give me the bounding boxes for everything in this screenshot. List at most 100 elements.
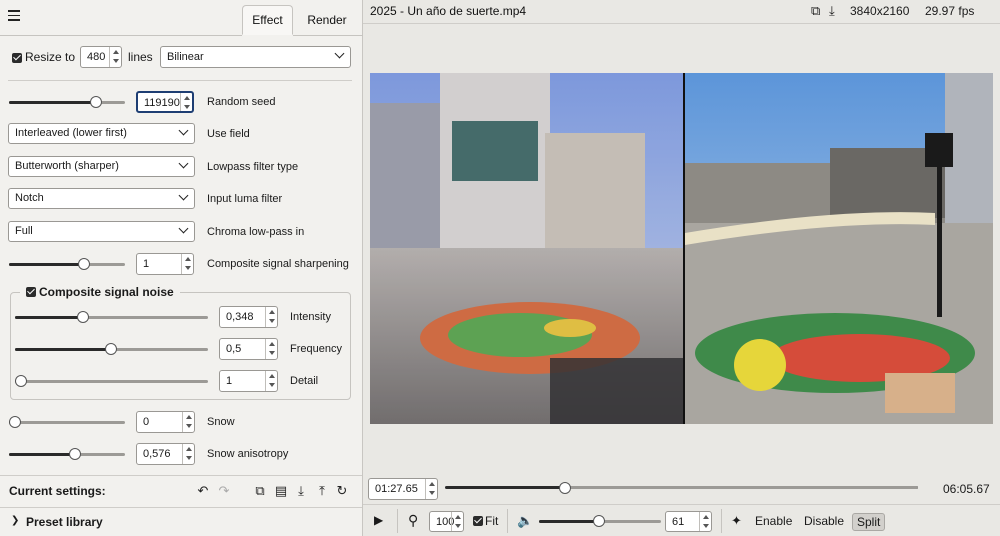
snow-anisotropy-spinner[interactable] xyxy=(182,444,194,464)
chroma-lowpass-label: Chroma low-pass in xyxy=(207,226,305,238)
preview-panel: 2025 - Un año de suerte.mp4 ⧉ ⤓ 3840x216… xyxy=(363,0,1000,536)
chevron-down-icon xyxy=(178,190,189,201)
frequency-value: 0,5 xyxy=(226,343,242,355)
paste-icon[interactable]: ▤ xyxy=(273,484,289,498)
volume-spinner[interactable] xyxy=(699,512,711,531)
fit-checkbox[interactable] xyxy=(473,516,483,526)
chroma-lowpass-value: Full xyxy=(15,225,33,237)
redo-icon[interactable]: ↷ xyxy=(216,484,232,498)
frequency-slider[interactable] xyxy=(15,343,208,355)
lowpass-filter-select[interactable]: Butterworth (sharper) xyxy=(8,156,195,177)
snow-anisotropy-label: Snow anisotropy xyxy=(207,448,289,460)
tab-effect[interactable]: Effect xyxy=(242,5,293,35)
random-seed-spinner[interactable] xyxy=(180,93,192,111)
settings-panel: Effect Render Resize to 480 lines Biline… xyxy=(0,0,363,536)
zoom-icon: ⚲ xyxy=(408,512,419,528)
intensity-slider[interactable] xyxy=(15,311,208,323)
enable-button[interactable]: Enable xyxy=(755,514,792,528)
chevron-down-icon xyxy=(178,223,189,234)
zoom-input[interactable]: 100 xyxy=(429,511,464,532)
sharpening-spinner[interactable] xyxy=(181,254,193,274)
volume-slider[interactable] xyxy=(539,515,661,527)
current-time-input[interactable]: 01:27.65 xyxy=(368,478,438,500)
snow-spinner[interactable] xyxy=(182,412,194,432)
timeline-handle[interactable] xyxy=(559,482,571,494)
upload-icon[interactable]: ⤒ xyxy=(314,484,330,498)
zoom-spinner[interactable] xyxy=(451,512,463,531)
snow-value: 0 xyxy=(143,416,150,428)
detail-label: Detail xyxy=(290,375,319,387)
volume-value: 61 xyxy=(672,516,685,528)
detail-slider[interactable] xyxy=(15,375,208,387)
play-icon[interactable]: ▶ xyxy=(374,513,383,527)
random-seed-input[interactable]: 119190 xyxy=(136,91,194,113)
chroma-lowpass-select[interactable]: Full xyxy=(8,221,195,242)
video-fps: 29.97 fps xyxy=(925,4,975,18)
volume-input[interactable]: 61 xyxy=(665,511,712,532)
copy-icon[interactable]: ⧉ xyxy=(811,3,820,19)
intensity-value: 0,348 xyxy=(226,311,254,323)
resize-checkbox[interactable] xyxy=(12,53,22,63)
use-field-select[interactable]: Interleaved (lower first) xyxy=(8,123,195,144)
resize-lines-input[interactable]: 480 xyxy=(80,46,122,68)
current-time-value: 01:27.65 xyxy=(375,483,418,495)
detail-input[interactable]: 1 xyxy=(219,370,278,392)
video-filename: 2025 - Un año de suerte.mp4 xyxy=(370,4,527,18)
detail-spinner[interactable] xyxy=(265,371,277,391)
frequency-input[interactable]: 0,5 xyxy=(219,338,278,360)
chevron-down-icon xyxy=(178,125,189,136)
resize-unit-label: lines xyxy=(128,50,153,64)
input-luma-value: Notch xyxy=(15,192,44,204)
chevron-down-icon xyxy=(178,158,189,169)
resize-label: Resize to xyxy=(25,50,76,64)
sharpening-input[interactable]: 1 xyxy=(136,253,194,275)
resize-spinner[interactable] xyxy=(109,47,121,67)
snow-input[interactable]: 0 xyxy=(136,411,195,433)
intensity-spinner[interactable] xyxy=(265,307,277,327)
preset-library-toggle[interactable]: Preset library xyxy=(26,515,103,529)
video-resolution: 3840x2160 xyxy=(850,4,910,18)
current-time-spinner[interactable] xyxy=(425,479,437,499)
resize-lines-value: 480 xyxy=(87,51,106,63)
video-preview[interactable] xyxy=(370,73,993,424)
snow-anisotropy-value: 0,576 xyxy=(143,448,171,460)
input-luma-select[interactable]: Notch xyxy=(8,188,195,209)
undo-icon[interactable]: ↶ xyxy=(195,484,211,498)
sharpening-slider[interactable] xyxy=(9,258,125,270)
reset-icon[interactable]: ↻ xyxy=(334,484,350,498)
snow-anisotropy-input[interactable]: 0,576 xyxy=(136,443,195,465)
tab-render[interactable]: Render xyxy=(298,5,356,35)
resize-filter-select[interactable]: Bilinear xyxy=(160,46,351,68)
lowpass-filter-value: Butterworth (sharper) xyxy=(15,160,119,172)
chevron-down-icon xyxy=(334,48,345,59)
download-icon[interactable]: ⤓ xyxy=(293,484,309,498)
chevron-right-icon[interactable]: ❯ xyxy=(11,515,19,526)
detail-value: 1 xyxy=(226,375,233,387)
frequency-spinner[interactable] xyxy=(265,339,277,359)
split-button[interactable]: Split xyxy=(852,513,886,531)
processed-preview-image xyxy=(370,73,683,424)
magic-wand-icon: ✦ xyxy=(731,513,742,528)
total-time: 06:05.67 xyxy=(943,482,990,496)
sharpening-value: 1 xyxy=(143,258,150,270)
timeline-slider[interactable] xyxy=(445,486,918,489)
download-icon[interactable]: ⤓ xyxy=(829,3,835,19)
snow-slider[interactable] xyxy=(9,416,125,428)
disable-button[interactable]: Disable xyxy=(804,514,844,528)
snow-anisotropy-slider[interactable] xyxy=(9,448,125,460)
lowpass-filter-label: Lowpass filter type xyxy=(207,161,299,173)
random-seed-value: 119190 xyxy=(144,97,180,109)
use-field-value: Interleaved (lower first) xyxy=(15,127,127,139)
random-seed-label: Random seed xyxy=(207,96,276,108)
intensity-input[interactable]: 0,348 xyxy=(219,306,278,328)
sharpening-label: Composite signal sharpening xyxy=(207,258,349,270)
original-preview-image xyxy=(685,73,993,424)
snow-label: Snow xyxy=(207,416,235,428)
current-settings-label: Current settings: xyxy=(9,484,106,498)
random-seed-slider[interactable] xyxy=(9,96,125,108)
copy-icon[interactable]: ⧉ xyxy=(252,484,268,498)
volume-icon[interactable]: 🔈 xyxy=(517,513,533,529)
noise-checkbox[interactable] xyxy=(26,287,36,297)
fit-label: Fit xyxy=(485,514,499,528)
hamburger-menu-icon[interactable] xyxy=(8,10,20,22)
